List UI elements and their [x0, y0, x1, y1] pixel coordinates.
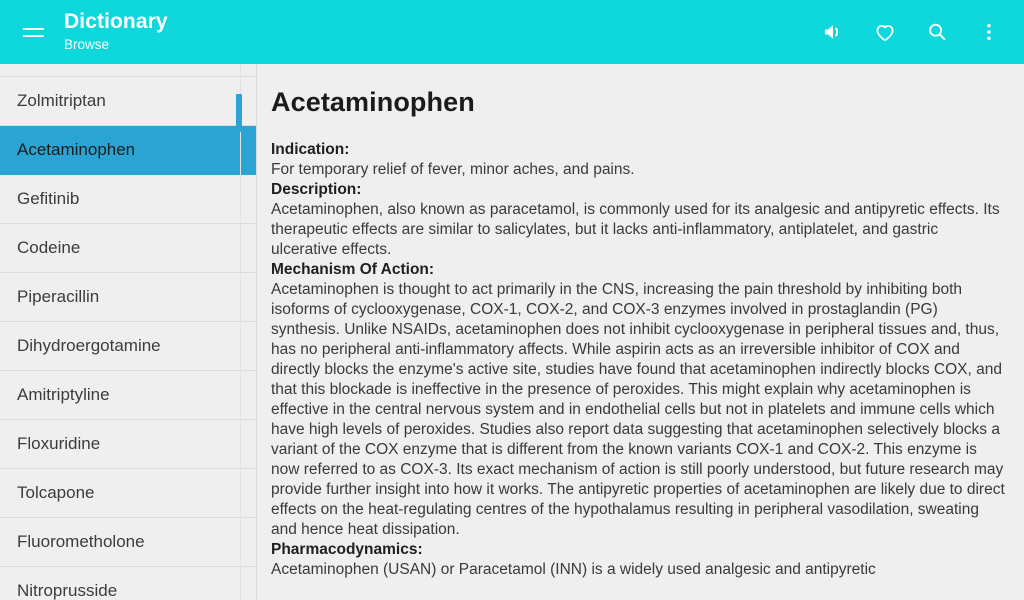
list-item-label: Zolmitriptan [17, 91, 106, 110]
drug-list: Capreomycin Zolmitriptan Acetaminophen G… [0, 64, 256, 600]
drug-list-sidebar[interactable]: Capreomycin Zolmitriptan Acetaminophen G… [0, 64, 257, 600]
list-item-selected[interactable]: Acetaminophen [0, 126, 256, 175]
heart-icon[interactable] [872, 19, 898, 45]
app-body: Capreomycin Zolmitriptan Acetaminophen G… [0, 64, 1024, 600]
hamburger-bar [22, 34, 44, 37]
section-label: Pharmacodynamics: [271, 541, 423, 558]
list-item-label: Floxuridine [17, 434, 101, 453]
list-item-label: Amitriptyline [17, 385, 110, 404]
list-item-label: Gefitinib [17, 189, 80, 208]
list-item[interactable]: Capreomycin [0, 64, 256, 77]
list-item[interactable]: Fluorometholone [0, 518, 256, 567]
dictionary-app: Dictionary Browse Zolmitriptan Acetamino… [0, 0, 1024, 600]
list-item[interactable]: Gefitinib [0, 175, 256, 224]
list-item[interactable]: Dihydroergotamine [0, 322, 256, 371]
list-item-label: Tolcapone [17, 483, 95, 502]
search-icon[interactable] [924, 19, 950, 45]
entry-content: Acetaminophen Indication: For temporary … [257, 64, 1024, 600]
list-item-label: Piperacillin [17, 287, 100, 306]
page-title: Dictionary [64, 10, 168, 33]
list-item[interactable]: Codeine [0, 224, 256, 273]
list-item[interactable]: Piperacillin [0, 273, 256, 322]
entry-section-description: Description: Acetaminophen, also known a… [271, 180, 1006, 260]
list-item-label: Acetaminophen [17, 140, 136, 159]
app-bar-actions [820, 19, 1002, 45]
section-text: Acetaminophen is thought to act primaril… [271, 281, 1005, 538]
section-text: Acetaminophen, also known as paracetamol… [271, 201, 1000, 258]
list-item-label: Codeine [17, 238, 81, 257]
list-item[interactable]: Floxuridine [0, 420, 256, 469]
list-item-label: Nitroprusside [17, 581, 118, 600]
entry-section-mechanism-of-action: Mechanism Of Action: Acetaminophen is th… [271, 260, 1006, 540]
section-text: Acetaminophen (USAN) or Paracetamol (INN… [271, 561, 876, 578]
list-item[interactable]: Amitriptyline [0, 371, 256, 420]
list-item-label: Dihydroergotamine [17, 336, 161, 355]
list-item[interactable]: Nitroprusside [0, 567, 256, 600]
list-item-label: Fluorometholone [17, 532, 145, 551]
entry-section-indication: Indication: For temporary relief of feve… [271, 140, 1006, 180]
hamburger-bar [22, 27, 44, 30]
sidebar-scrollbar-thumb[interactable] [236, 94, 242, 132]
entry-section-pharmacodynamics: Pharmacodynamics: Acetaminophen (USAN) o… [271, 540, 1006, 580]
section-label: Mechanism Of Action: [271, 261, 435, 278]
entry-title: Acetaminophen [271, 87, 475, 117]
volume-icon[interactable] [820, 19, 846, 45]
hamburger-menu-icon[interactable] [16, 15, 50, 49]
section-text: For temporary relief of fever, minor ach… [271, 161, 635, 178]
app-title-block: Dictionary Browse [64, 10, 820, 54]
page-subtitle: Browse [64, 37, 110, 52]
list-item[interactable]: Tolcapone [0, 469, 256, 518]
overflow-menu-icon[interactable] [976, 19, 1002, 45]
section-label: Description: [271, 181, 362, 198]
app-bar: Dictionary Browse [0, 0, 1024, 64]
list-item[interactable]: Zolmitriptan [0, 77, 256, 126]
section-label: Indication: [271, 141, 350, 158]
